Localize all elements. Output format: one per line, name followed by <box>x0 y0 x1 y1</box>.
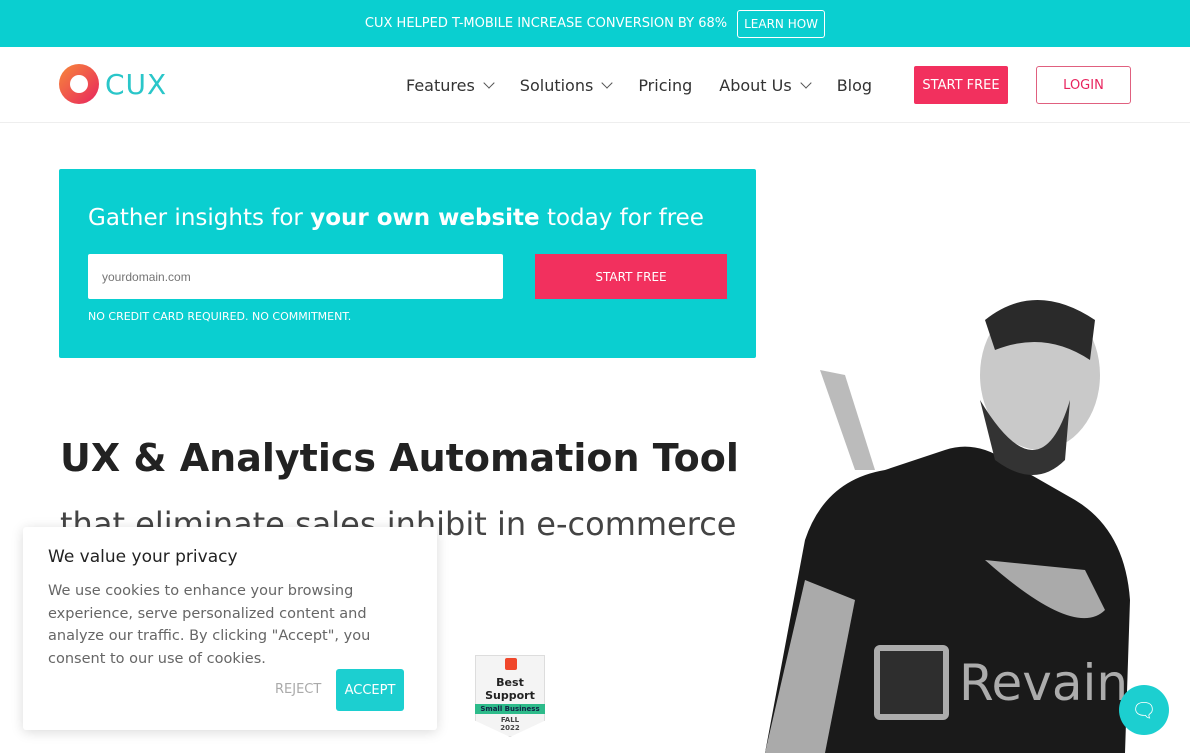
signup-title: Gather insights for your own website tod… <box>88 205 704 231</box>
start-free-button[interactable]: START FREE <box>914 66 1008 104</box>
nav-solutions[interactable]: Solutions <box>519 75 613 95</box>
cookie-title: We value your privacy <box>48 547 238 567</box>
cookie-consent-dialog: We value your privacy We use cookies to … <box>23 527 437 730</box>
signup-note: NO CREDIT CARD REQUIRED. NO COMMITMENT. <box>88 310 352 323</box>
title-bold: your own website <box>310 205 540 231</box>
badge-season: FALL <box>500 716 520 724</box>
signup-box: Gather insights for your own website tod… <box>59 169 756 358</box>
learn-how-button[interactable]: LEARN HOW <box>737 9 826 38</box>
cookie-body: We use cookies to enhance your browsing … <box>48 583 371 667</box>
headline: UX & Analytics Automation Tool <box>60 436 739 480</box>
login-button[interactable]: LOGIN <box>1036 66 1131 104</box>
nav-blog[interactable]: Blog <box>837 76 872 95</box>
nav-label: About Us <box>719 75 792 95</box>
nav-label: Features <box>406 75 475 95</box>
title-part: today for free <box>539 205 704 231</box>
badge-title: Best Support <box>485 676 535 702</box>
nav-pricing[interactable]: Pricing <box>638 76 692 95</box>
announcement-bar: CUX HELPED T-MOBILE INCREASE CONVERSION … <box>0 0 1190 47</box>
title-part: Gather insights for <box>88 205 311 231</box>
domain-input[interactable] <box>88 254 503 299</box>
logo-text: CUX <box>105 67 168 101</box>
badge-year: 2022 <box>500 724 520 732</box>
revain-logo-icon <box>874 645 949 720</box>
nav-features[interactable]: Features <box>406 75 495 95</box>
chat-button[interactable]: 🗨 <box>1119 685 1169 735</box>
g2-badge-best-support: Best Support Small Business FALL 2022 <box>475 655 545 737</box>
g2-logo-icon <box>505 658 517 670</box>
hero-start-free-button[interactable]: START FREE <box>535 254 727 299</box>
watermark-text: Revain <box>959 653 1129 712</box>
revain-watermark: Revain <box>874 645 1128 720</box>
chat-icon: 🗨 <box>1131 698 1157 722</box>
announcement-text: CUX HELPED T-MOBILE INCREASE CONVERSION … <box>364 16 728 31</box>
cux-logo[interactable]: CUX <box>59 64 167 104</box>
nav-about-us[interactable]: About Us <box>719 75 812 95</box>
badge-ribbon: Small Business <box>475 704 545 714</box>
accept-button[interactable]: ACCEPT <box>336 669 404 711</box>
chevron-down-icon <box>800 76 812 89</box>
logo-icon <box>59 64 99 104</box>
nav-label: Solutions <box>519 75 594 95</box>
chevron-down-icon <box>483 76 495 89</box>
chevron-down-icon <box>601 76 613 89</box>
main-nav: CUX Features Solutions Pricing About Us … <box>0 47 1190 123</box>
reject-button[interactable]: REJECT <box>275 682 321 697</box>
